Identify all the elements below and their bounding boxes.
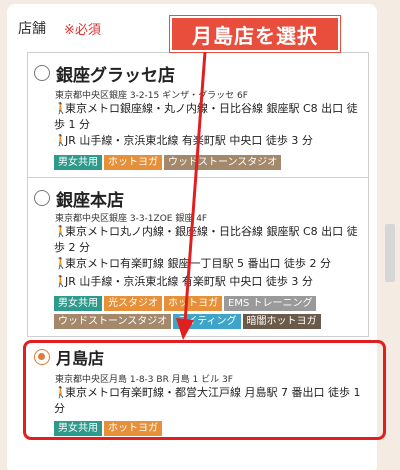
- tag: 光スタジオ: [104, 296, 162, 311]
- tag: 男女共用: [54, 296, 102, 311]
- scrollbar[interactable]: [385, 224, 395, 282]
- store-route: 🚶東京メトロ丸ノ内線・銀座線・日比谷線 銀座駅 C8 出口 徒歩 2 分: [54, 225, 358, 254]
- tag: 暗闇ホットヨガ: [242, 314, 321, 329]
- store-option-ginza-honten[interactable]: 銀座本店 東京都中央区銀座 3-3-1ZOE 銀座 4F 🚶東京メトロ丸ノ内線・…: [27, 177, 369, 337]
- tag: ライティング: [173, 314, 241, 329]
- tag: 男女共用: [54, 155, 102, 170]
- walking-person-icon: 🚶: [54, 257, 68, 270]
- store-tags: 男女共用 光スタジオ ホットヨガ EMS トレーニングウッドストーンスタジオ ライティン…: [54, 296, 364, 332]
- walking-person-icon: 🚶: [54, 275, 68, 288]
- store-route: 🚶東京メトロ銀座線・丸ノ内線・日比谷線 銀座駅 C8 出口 徒歩 1 分: [54, 102, 358, 131]
- store-route: 🚶JR 山手線・京浜東北線 有楽町駅 中央口 徒歩 3 分: [54, 275, 313, 288]
- tag: ウッドストーンスタジオ: [54, 314, 172, 329]
- tag: ホットヨガ: [104, 155, 162, 170]
- store-radio-ginza-glasse[interactable]: [34, 65, 50, 81]
- walking-person-icon: 🚶: [54, 134, 68, 147]
- store-radio-ginza-honten[interactable]: [34, 190, 50, 206]
- instruction-callout: 月島店を選択: [170, 16, 340, 52]
- store-name: 銀座本店: [56, 191, 124, 211]
- tag: EMS トレーニング: [224, 296, 317, 311]
- tag: ウッドストーンスタジオ: [164, 155, 282, 170]
- store-option-ginza-glasse[interactable]: 銀座グラッセ店 東京都中央区銀座 3-2-15 ギンザ・グラッセ 6F 🚶東京メ…: [27, 52, 369, 178]
- walking-person-icon: 🚶: [54, 225, 68, 238]
- store-route: 🚶東京メトロ有楽町線 銀座一丁目駅 5 番出口 徒歩 2 分: [54, 257, 331, 270]
- store-route: 🚶JR 山手線・京浜東北線 有楽町駅 中央口 徒歩 3 分: [54, 134, 313, 147]
- tag: ホットヨガ: [164, 296, 222, 311]
- walking-person-icon: 🚶: [54, 102, 68, 115]
- store-section-label: 店舗: [18, 21, 46, 37]
- selection-highlight-frame: [23, 340, 386, 440]
- store-address: 東京都中央区銀座 3-3-1ZOE 銀座 4F: [55, 214, 208, 224]
- store-address: 東京都中央区銀座 3-2-15 ギンザ・グラッセ 6F: [55, 91, 248, 101]
- store-name: 銀座グラッセ店: [56, 66, 175, 86]
- required-indicator: ※必須: [64, 23, 101, 38]
- store-tags: 男女共用 ホットヨガ ウッドストーンスタジオ: [54, 155, 364, 173]
